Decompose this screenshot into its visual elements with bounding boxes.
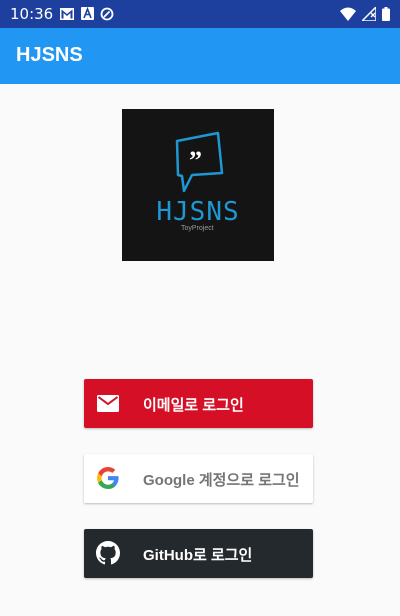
- google-login-button[interactable]: Google 계정으로 로그인: [84, 454, 313, 503]
- github-login-button[interactable]: GitHub로 로그인: [84, 529, 313, 578]
- notification-icons: [60, 7, 114, 20]
- email-login-button[interactable]: 이메일로 로그인: [84, 379, 313, 428]
- wifi-icon: [340, 6, 356, 25]
- google-login-label: Google 계정으로 로그인: [143, 472, 300, 489]
- logo-text: HJSNS: [156, 197, 240, 227]
- no-signal-icon: [360, 5, 377, 25]
- gmail-icon: [60, 7, 74, 20]
- app-title: HJSNS: [16, 44, 83, 66]
- github-login-label: GitHub로 로그인: [143, 547, 253, 564]
- github-icon: [96, 541, 120, 565]
- logo-subtitle: ToyProject: [181, 225, 214, 232]
- app-logo: ” HJSNS ToyProject: [122, 109, 274, 261]
- google-icon: [96, 466, 120, 490]
- quote-glyph: ”: [189, 146, 202, 175]
- system-icons: [340, 5, 390, 25]
- speech-bubble-icon: [175, 131, 224, 193]
- email-login-label: 이메일로 로그인: [143, 397, 244, 414]
- battery-icon: [382, 6, 390, 25]
- status-time: 10:36: [10, 5, 54, 23]
- compass-icon: [100, 7, 114, 20]
- app-bar: HJSNS: [0, 28, 400, 84]
- font-icon: [80, 7, 94, 20]
- mail-icon: [96, 391, 120, 415]
- status-bar: 10:36: [0, 0, 400, 28]
